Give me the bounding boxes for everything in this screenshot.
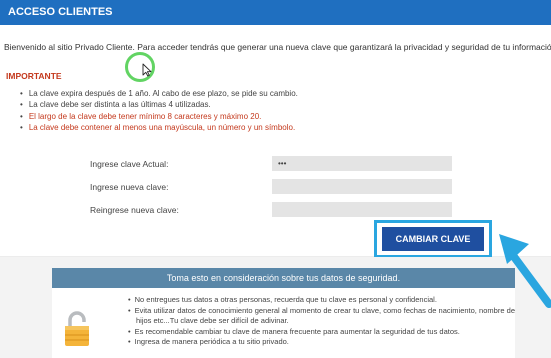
rule-item: La clave debe ser distinta a las últimas…	[20, 99, 298, 110]
security-panel-title: Toma esto en consideración sobre tus dat…	[52, 268, 515, 288]
repeat-password-label: Reingrese nueva clave:	[90, 205, 179, 215]
new-password-label: Ingrese nueva clave:	[90, 182, 169, 192]
security-tip: Es recomendable cambiar tu clave de mane…	[128, 327, 515, 338]
security-tip: Evita utilizar datos de conocimiento gen…	[128, 306, 515, 327]
rule-item: La clave expira después de 1 año. Al cab…	[20, 88, 298, 99]
security-tips-list: No entregues tus datos a otras personas,…	[128, 295, 515, 348]
security-tip: No entregues tus datos a otras personas,…	[128, 295, 515, 306]
change-password-button[interactable]: CAMBIAR CLAVE	[382, 227, 484, 251]
header-title: ACCESO CLIENTES	[8, 6, 113, 18]
current-password-label: Ingrese clave Actual:	[90, 159, 169, 169]
repeat-password-field[interactable]	[272, 202, 452, 217]
welcome-text: Bienvenido al sitio Privado Cliente. Par…	[4, 42, 551, 52]
padlock-icon	[65, 311, 89, 346]
rule-item: La clave debe contener al menos una mayú…	[20, 122, 298, 133]
rule-item: El largo de la clave debe tener mínimo 8…	[20, 111, 298, 122]
new-password-field[interactable]	[272, 179, 452, 194]
important-title: IMPORTANTE	[6, 71, 62, 81]
password-rules-list: La clave expira después de 1 año. Al cab…	[20, 88, 298, 133]
page-header: ACCESO CLIENTES	[0, 0, 551, 25]
mouse-pointer-icon	[142, 63, 152, 77]
security-tip: Ingresa de manera periódica a tu sitio p…	[128, 337, 515, 348]
annotation-arrow-icon	[499, 234, 551, 308]
current-password-field[interactable]	[272, 156, 452, 171]
